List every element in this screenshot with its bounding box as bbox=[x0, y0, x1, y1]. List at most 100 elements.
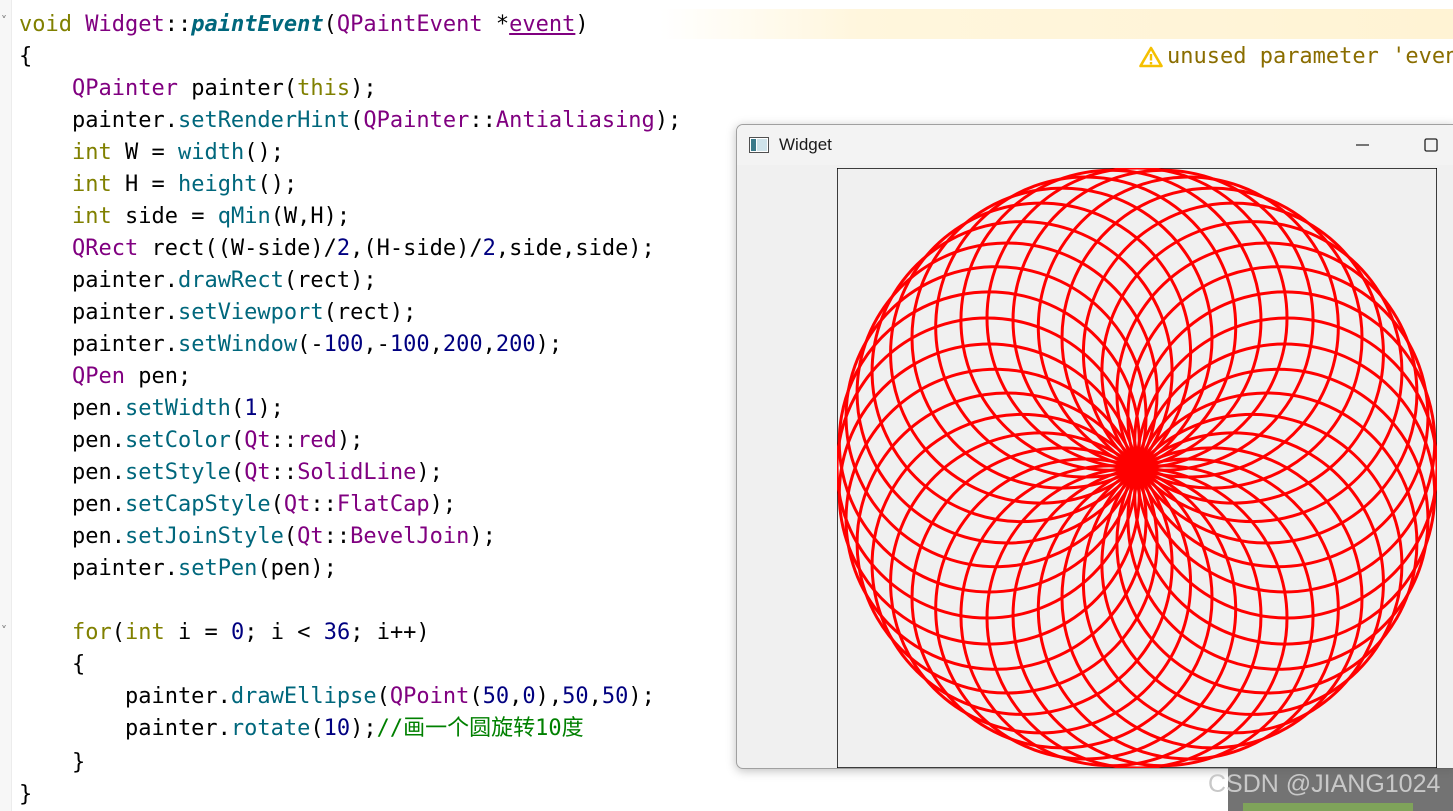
code-token: ); bbox=[535, 332, 563, 357]
code-token: i = bbox=[164, 620, 231, 645]
code-token: , bbox=[482, 332, 496, 357]
widget-window[interactable]: Widget bbox=[736, 124, 1453, 769]
code-token: , bbox=[588, 684, 602, 709]
code-token: Qt bbox=[244, 460, 271, 485]
code-token: ( bbox=[230, 396, 245, 421]
code-token: ( bbox=[111, 620, 125, 645]
code-token: } bbox=[19, 782, 33, 807]
code-token: painter( bbox=[177, 76, 298, 101]
warning-annotation[interactable]: unused parameter 'event' bbox=[1086, 9, 1453, 69]
code-token: ); bbox=[257, 396, 284, 421]
code-token: ); bbox=[628, 684, 655, 709]
code-line: int side = qMin(W,H); bbox=[19, 201, 350, 233]
code-token: :: bbox=[164, 12, 192, 37]
code-line: painter.setViewport(rect); bbox=[19, 297, 416, 329]
code-token: setPen bbox=[177, 556, 258, 581]
code-line: painter.drawEllipse(QPoint(50,0),50,50); bbox=[19, 681, 655, 713]
code-token: painter. bbox=[19, 332, 178, 357]
window-titlebar[interactable]: Widget bbox=[737, 125, 1453, 165]
code-token: setRenderHint bbox=[177, 108, 351, 133]
code-token: setWindow bbox=[177, 332, 298, 357]
code-token: (pen); bbox=[257, 556, 337, 581]
code-token: ( bbox=[230, 460, 245, 485]
code-token: paintEvent bbox=[191, 12, 324, 37]
code-line: QRect rect((W-side)/2,(H-side)/2,side,si… bbox=[19, 233, 655, 265]
code-token: Qt bbox=[244, 428, 271, 453]
code-token: width bbox=[177, 140, 245, 165]
code-token: 0 bbox=[230, 620, 245, 645]
code-token: SolidLine bbox=[297, 460, 417, 485]
code-token: ); bbox=[654, 108, 682, 133]
code-token: (W,H); bbox=[270, 204, 351, 229]
watermark: CSDN @JIANG1024 bbox=[1208, 770, 1441, 798]
code-token: ( bbox=[283, 524, 298, 549]
code-line: { bbox=[19, 649, 85, 681]
code-line: } bbox=[19, 779, 32, 811]
code-token: , bbox=[429, 332, 443, 357]
code-token: 50 bbox=[601, 684, 629, 709]
code-token: painter. bbox=[19, 556, 178, 581]
code-line: painter.rotate(10);//画一个圆旋转10度 bbox=[19, 713, 584, 745]
code-token: ); bbox=[416, 460, 443, 485]
code-line: QPen pen; bbox=[19, 361, 191, 393]
code-token: red bbox=[297, 428, 337, 453]
code-token: (- bbox=[297, 332, 324, 357]
code-token: 0 bbox=[522, 684, 536, 709]
code-token: painter. bbox=[19, 108, 178, 133]
code-token: pen. bbox=[19, 460, 125, 485]
code-token: ,(H-side)/ bbox=[350, 236, 483, 261]
fold-marker-icon[interactable]: ˅ bbox=[1, 624, 7, 638]
code-token: Qt bbox=[297, 524, 324, 549]
code-token: ( bbox=[469, 684, 483, 709]
code-token: (rect); bbox=[323, 300, 417, 325]
maximize-button[interactable] bbox=[1405, 125, 1453, 165]
code-token: QRect bbox=[71, 236, 139, 261]
code-token: ,side,side); bbox=[495, 236, 655, 261]
code-token: ), bbox=[535, 684, 563, 709]
code-token: * bbox=[482, 12, 510, 37]
code-token: pen. bbox=[19, 524, 125, 549]
code-token: , bbox=[509, 684, 523, 709]
code-token: ( bbox=[230, 428, 245, 453]
code-token: painter. bbox=[19, 684, 231, 709]
code-token: 50 bbox=[482, 684, 510, 709]
code-token: Qt bbox=[283, 492, 311, 517]
code-token: (); bbox=[257, 172, 298, 197]
code-token: 200 bbox=[442, 332, 483, 357]
code-token: ( bbox=[310, 716, 324, 741]
code-token: setStyle bbox=[124, 460, 231, 485]
code-token: 2 bbox=[482, 236, 496, 261]
code-token: { bbox=[19, 652, 86, 677]
code-token: Widget bbox=[85, 12, 165, 37]
code-token: this bbox=[297, 76, 351, 101]
code-token: void bbox=[19, 12, 86, 37]
code-line: QPainter painter(this); bbox=[19, 73, 377, 105]
code-token: H = bbox=[111, 172, 178, 197]
code-token: QPaintEvent bbox=[336, 12, 483, 37]
code-token: 200 bbox=[495, 332, 536, 357]
code-token: :: bbox=[323, 524, 351, 549]
code-token: ); bbox=[429, 492, 457, 517]
code-token: setWidth bbox=[124, 396, 231, 421]
minimize-button[interactable] bbox=[1337, 125, 1385, 165]
code-line: for(int i = 0; i < 36; i++) bbox=[19, 617, 430, 649]
code-token: setCapStyle bbox=[124, 492, 271, 517]
warning-triangle-icon bbox=[1139, 46, 1163, 68]
code-token: qMin bbox=[217, 204, 271, 229]
code-token: ) bbox=[575, 12, 589, 37]
code-token: ( bbox=[323, 12, 337, 37]
code-token: QPainter bbox=[71, 76, 178, 101]
code-token: pen. bbox=[19, 428, 125, 453]
code-token: { bbox=[19, 44, 33, 69]
fold-marker-icon[interactable]: ˅ bbox=[1, 14, 7, 28]
code-token: (rect); bbox=[283, 268, 377, 293]
code-token: //画一个圆旋转10度 bbox=[376, 716, 584, 741]
code-token: 100 bbox=[323, 332, 364, 357]
code-token: int bbox=[71, 172, 112, 197]
code-token: 50 bbox=[562, 684, 589, 709]
code-token: ); bbox=[336, 428, 364, 453]
progress-bar bbox=[1243, 803, 1413, 811]
